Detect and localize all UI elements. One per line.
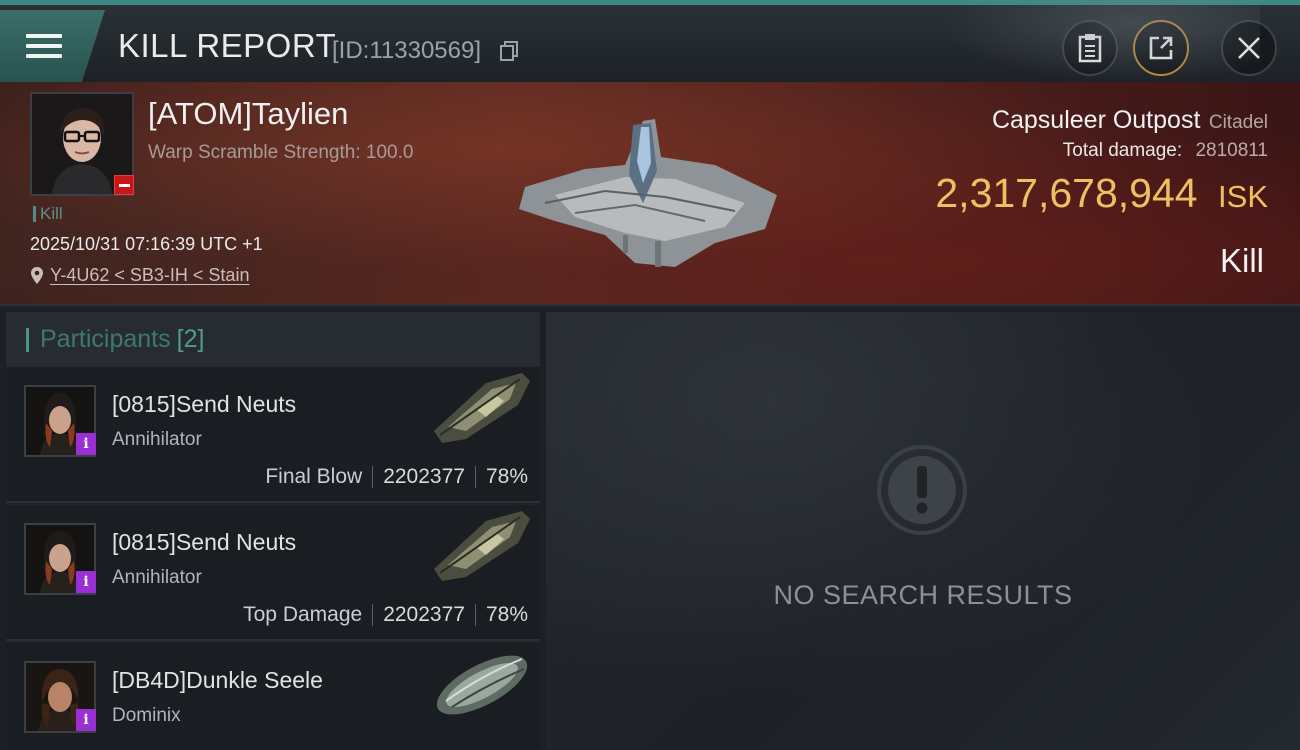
participant-ship-image (436, 655, 528, 715)
hamburger-icon (26, 28, 62, 64)
participant-role: Top Damage (243, 603, 363, 626)
isk-amount: 2,317,678,944 (935, 170, 1198, 216)
share-button[interactable] (1133, 20, 1189, 76)
participant-stats: Top Damage 2202377 78% (243, 603, 528, 627)
participant-percent: 78% (485, 603, 528, 626)
result-label: Kill (1219, 242, 1264, 279)
participant-row[interactable]: i [DB4D]Dunkle Seele Dominix (6, 643, 540, 750)
total-damage-value: 2810811 (1195, 140, 1268, 161)
page-title: KILL REPORT (118, 27, 337, 64)
divider (372, 466, 374, 488)
participant-row[interactable]: i [0815]Send Neuts Annihilator Final Blo… (6, 367, 540, 503)
kill-datetime: 2025/10/31 07:16:39 UTC +1 (30, 234, 263, 254)
participant-stats: Final Blow 2202377 78% (265, 465, 528, 489)
clipboard-icon (1078, 34, 1102, 63)
participants-label: Participants (40, 325, 171, 353)
divider (474, 466, 476, 488)
participant-ship: Annihilator (112, 429, 202, 450)
clipboard-button[interactable] (1062, 20, 1118, 76)
info-badge: i (76, 709, 96, 731)
info-badge: i (76, 433, 96, 455)
participants-count: [2] (176, 325, 205, 353)
participant-damage: 2202377 (383, 465, 465, 488)
exclamation-icon (877, 445, 967, 535)
isk-value: 2,317,678,944 ISK (935, 170, 1268, 217)
divider (372, 604, 374, 626)
close-icon (1238, 37, 1260, 59)
participant-name: [0815]Send Neuts (112, 529, 297, 555)
kill-tag-marker (33, 206, 36, 222)
search-results-panel: NO SEARCH RESULTS (546, 312, 1300, 750)
kill-location: Y-4U62 < SB3-IH < Stain (30, 265, 249, 286)
info-badge: i (76, 571, 96, 593)
header-bar: KILL REPORT [ID:11330569] (0, 0, 1300, 82)
victim-ship[interactable]: Capsuleer Outpost Citadel (992, 106, 1268, 135)
location-link[interactable]: Y-4U62 < SB3-IH < Stain (50, 265, 249, 286)
participants-header: Participants [2] (6, 312, 540, 367)
participant-ship: Annihilator (112, 567, 202, 588)
empty-state-text: NO SEARCH RESULTS (773, 580, 1073, 610)
participants-panel: Participants [2] i [0815]Send Neuts Anni… (6, 312, 540, 750)
location-pin-icon (31, 267, 43, 284)
victim-ship-image (519, 119, 777, 267)
participant-ship-image (434, 511, 530, 581)
participant-name: [0815]Send Neuts (112, 391, 297, 417)
total-damage-label: Total damage: (1062, 140, 1183, 161)
participant-ship: Dominix (112, 705, 181, 726)
isk-unit: ISK (1218, 179, 1268, 214)
share-icon (1149, 36, 1173, 60)
divider (474, 604, 476, 626)
participant-name: [DB4D]Dunkle Seele (112, 667, 323, 693)
close-button[interactable] (1221, 20, 1277, 76)
participant-percent: 78% (485, 465, 528, 488)
participant-role: Final Blow (265, 465, 363, 488)
participant-damage: 2202377 (383, 603, 465, 626)
header-accent-bar (26, 327, 29, 352)
report-id: [ID:11330569] (332, 37, 482, 64)
total-damage: Total damage: 2810811 (1063, 140, 1268, 162)
menu-button[interactable] (0, 10, 105, 82)
hostile-badge (114, 175, 134, 195)
victim-name[interactable]: [ATOM]Taylien (148, 96, 348, 132)
participant-ship-image (434, 373, 530, 443)
victim-banner: [ATOM]Taylien Warp Scramble Strength: 10… (0, 82, 1300, 306)
victim-ship-class: Citadel (1208, 112, 1268, 133)
kill-tag-label: Kill (40, 204, 63, 223)
participant-row[interactable]: i [0815]Send Neuts Annihilator Top Damag… (6, 505, 540, 641)
warp-scramble-text: Warp Scramble Strength: 100.0 (148, 142, 414, 163)
copy-icon[interactable] (500, 41, 518, 61)
kill-tag: Kill (33, 204, 63, 224)
victim-ship-name: Capsuleer Outpost (991, 106, 1201, 134)
